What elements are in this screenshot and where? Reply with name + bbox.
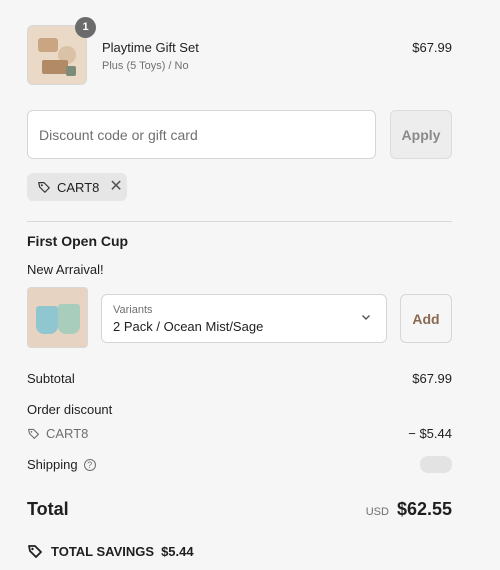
- upsell-subtitle: New Arraival!: [27, 262, 104, 277]
- variant-label: Variants: [113, 304, 153, 316]
- discount-value: − $5.44: [408, 426, 452, 441]
- discount-code-input[interactable]: [27, 110, 376, 159]
- product-title: Playtime Gift Set: [102, 40, 199, 55]
- subtotal-label: Subtotal: [27, 371, 75, 386]
- add-button[interactable]: Add: [400, 294, 452, 343]
- savings-label: TOTAL SAVINGS: [51, 543, 155, 559]
- tag-icon: [28, 428, 39, 439]
- total-savings: TOTAL SAVINGS $5.44: [27, 543, 194, 559]
- savings-value: $5.44: [161, 543, 194, 559]
- help-circle-icon[interactable]: ?: [83, 458, 96, 471]
- total-label: Total: [27, 499, 69, 519]
- close-icon[interactable]: ✕: [109, 179, 122, 195]
- shipping-value-placeholder: [420, 456, 452, 473]
- upsell-title: First Open Cup: [27, 233, 129, 249]
- discount-code-text: CART8: [46, 426, 89, 441]
- apply-button[interactable]: Apply: [390, 110, 452, 159]
- applied-code-label: CART8: [57, 179, 100, 195]
- total-amount-group: USD $62.55: [366, 499, 452, 520]
- chevron-down-icon: [362, 315, 370, 320]
- quantity-badge: 1: [75, 17, 96, 38]
- variant-select[interactable]: Variants 2 Pack / Ocean Mist/Sage: [101, 294, 387, 343]
- tag-icon: [38, 182, 50, 193]
- shipping-label: Shipping: [27, 457, 78, 472]
- applied-discount-chip: CART8 ✕: [27, 173, 127, 201]
- divider: [27, 221, 452, 222]
- line-item: 1 Playtime Gift Set Plus (5 Toys) / No $…: [27, 17, 452, 85]
- total-value: $62.55: [396, 499, 452, 519]
- order-discount-label: Order discount: [27, 402, 113, 417]
- product-price: $67.99: [412, 40, 452, 55]
- currency-code: USD: [365, 506, 389, 518]
- shipping-row: Shipping ?: [27, 457, 96, 472]
- upsell-image: [27, 287, 88, 348]
- variant-value: 2 Pack / Ocean Mist/Sage: [113, 319, 264, 334]
- tag-icon: [28, 545, 42, 558]
- subtotal-value: $67.99: [412, 371, 452, 386]
- discount-code-line: CART8: [27, 426, 88, 441]
- product-variant: Plus (5 Toys) / No: [102, 60, 189, 72]
